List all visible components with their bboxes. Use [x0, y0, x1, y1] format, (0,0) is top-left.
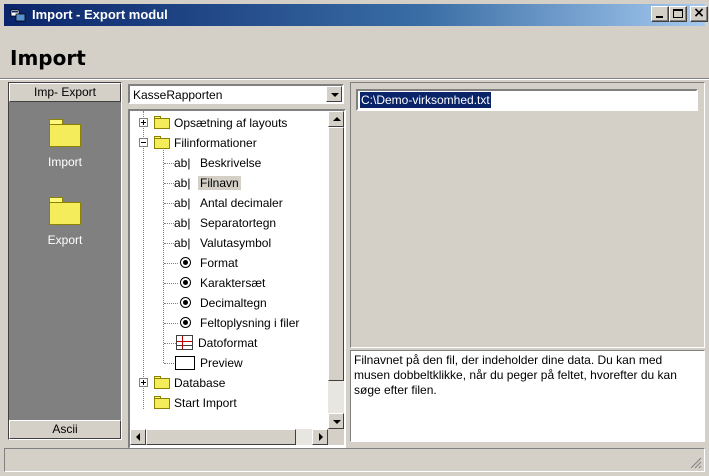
tree-node-label: Start Import	[174, 396, 237, 410]
radio-icon	[180, 297, 191, 308]
scrollbar-corner	[328, 429, 344, 445]
folder-icon	[49, 119, 81, 147]
detail-panel	[350, 82, 705, 348]
radio-icon	[180, 277, 191, 288]
folder-icon	[154, 396, 170, 409]
chevron-up-icon	[333, 117, 341, 121]
tree-node-label: Valutasymbol	[200, 236, 272, 250]
tree-node-label: Decimaltegn	[200, 296, 267, 310]
tree-node-label: Filnavn	[198, 176, 241, 190]
tree-node-antal-decimaler[interactable]: ab| Antal decimaler	[130, 193, 328, 213]
tree-node-preview[interactable]: Preview	[130, 353, 328, 373]
tree-node-decimaltegn[interactable]: Decimaltegn	[130, 293, 328, 313]
scroll-up-button[interactable]	[328, 111, 344, 127]
tree-node-database[interactable]: Database	[130, 373, 328, 393]
tree-node-feltoplysning-i-filer[interactable]: Feltoplysning i filer	[130, 313, 328, 333]
text-field-icon: ab|	[174, 236, 191, 250]
folder-icon	[49, 197, 81, 225]
outlook-bar: Imp- Export Import Export Ascii	[8, 82, 122, 440]
scroll-right-button[interactable]	[312, 429, 328, 445]
title-bar[interactable]: Import - Export modul ×	[4, 4, 708, 26]
tree-node-label: Database	[174, 376, 226, 390]
tree-vertical-scrollbar[interactable]	[328, 111, 344, 429]
settings-tree[interactable]: Opsætning af layouts Filinformationer ab…	[128, 109, 346, 449]
tree-node-separatortegn[interactable]: ab| Separatortegn	[130, 213, 328, 233]
scroll-left-button[interactable]	[130, 429, 146, 445]
outlook-item-label: Import	[47, 155, 82, 169]
help-panel: Filnavnet på den fil, der indeholder din…	[350, 350, 705, 442]
radio-icon	[180, 317, 191, 328]
layout-dropdown[interactable]: KasseRapporten	[128, 84, 344, 104]
tree-node-label: Filinformationer	[174, 136, 257, 150]
close-icon: ×	[693, 5, 705, 21]
tree-node-filinformationer[interactable]: Filinformationer	[130, 133, 328, 153]
tree-node-beskrivelse[interactable]: ab| Beskrivelse	[130, 153, 328, 173]
tree-node-filnavn[interactable]: ab| Filnavn	[130, 173, 328, 193]
tree-node-format[interactable]: Format	[130, 253, 328, 273]
tree-content: Opsætning af layouts Filinformationer ab…	[130, 111, 328, 429]
tree-node-label: Format	[200, 256, 239, 270]
text-field-icon: ab|	[174, 176, 191, 190]
tree-node-label: Karaktersæt	[200, 276, 266, 290]
status-bar	[4, 448, 705, 472]
tree-node-label: Antal decimaler	[200, 196, 283, 210]
tree-node-label: Preview	[200, 356, 243, 370]
app-icon	[10, 9, 26, 22]
radio-icon	[180, 257, 191, 268]
page-title: Import	[10, 46, 86, 70]
minimize-icon	[656, 16, 663, 18]
scroll-thumb[interactable]	[328, 127, 344, 381]
window-title: Import - Export modul	[32, 7, 168, 22]
outlook-item-import[interactable]: Import	[9, 119, 121, 169]
tree-node-opsaetning-af-layouts[interactable]: Opsætning af layouts	[130, 113, 328, 133]
close-button[interactable]: ×	[690, 5, 708, 22]
scroll-down-button[interactable]	[328, 413, 344, 429]
chevron-down-icon	[333, 420, 341, 424]
panel-splitter[interactable]	[346, 82, 349, 442]
dropdown-button[interactable]	[326, 86, 342, 102]
folder-open-icon	[154, 136, 170, 149]
tree-node-label: Beskrivelse	[200, 156, 262, 170]
help-text: Filnavnet på den fil, der indeholder din…	[354, 353, 677, 397]
text-field-icon: ab|	[174, 156, 191, 170]
outlook-item-export[interactable]: Export	[9, 197, 121, 247]
tree-node-valutasymbol[interactable]: ab| Valutasymbol	[130, 233, 328, 253]
minimize-button[interactable]	[651, 6, 669, 22]
outlook-group-ascii[interactable]: Ascii	[9, 420, 121, 439]
resize-grip-icon[interactable]	[690, 457, 702, 469]
collapse-icon[interactable]	[139, 138, 148, 147]
tree-node-datoformat[interactable]: Datoformat	[130, 333, 328, 353]
file-path-value[interactable]: C:\Demo-virksomhed.txt	[360, 92, 491, 108]
outlook-item-label: Export	[47, 233, 83, 247]
chevron-right-icon	[319, 433, 323, 441]
maximize-icon	[673, 9, 683, 18]
tree-node-label: Opsætning af layouts	[174, 116, 288, 130]
tree-node-karaktersaet[interactable]: Karaktersæt	[130, 273, 328, 293]
tree-node-start-import[interactable]: Start Import	[130, 393, 328, 413]
chevron-down-icon	[331, 93, 339, 97]
import-export-window: Import - Export modul × Import Imp- Expo…	[0, 0, 709, 476]
tree-node-label: Datoformat	[198, 336, 258, 350]
text-field-icon: ab|	[174, 196, 191, 210]
expand-icon[interactable]	[139, 118, 148, 127]
tree-horizontal-scrollbar[interactable]	[130, 429, 328, 445]
folder-icon	[154, 116, 170, 129]
header-divider	[0, 78, 709, 80]
maximize-button[interactable]	[669, 6, 687, 22]
expand-icon[interactable]	[139, 378, 148, 387]
outlook-group-imp-export[interactable]: Imp- Export	[9, 83, 121, 102]
text-field-icon: ab|	[174, 216, 191, 230]
table-icon	[176, 335, 193, 350]
chevron-left-icon	[136, 433, 140, 441]
tree-node-label: Separatortegn	[200, 216, 277, 230]
preview-icon	[175, 356, 195, 370]
tree-node-label: Feltoplysning i filer	[200, 316, 300, 330]
folder-icon	[154, 376, 170, 389]
scroll-thumb[interactable]	[146, 429, 296, 445]
dropdown-selected-value: KasseRapporten	[133, 88, 223, 102]
